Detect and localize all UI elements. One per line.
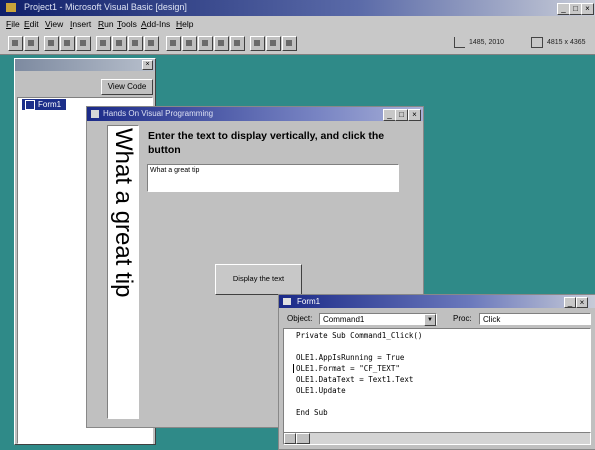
- horizontal-scrollbar[interactable]: [283, 432, 591, 445]
- code-window: Form1 _ × Object: Command1 ▼ Proc: Click…: [278, 294, 595, 450]
- code-minimize-button[interactable]: _: [564, 297, 576, 308]
- form-title: Hands On Visual Programming: [103, 109, 214, 118]
- code-line: OLE1.Update: [296, 386, 346, 395]
- breakpoint-icon[interactable]: [214, 36, 229, 51]
- size-readout: 4815 x 4365: [547, 39, 586, 46]
- toolbox-icon[interactable]: [144, 36, 159, 51]
- menu-edit[interactable]: Edit: [24, 19, 39, 29]
- vertical-text-ole[interactable]: What a great tip: [107, 125, 139, 419]
- proc-label: Proc:: [453, 314, 472, 323]
- menu-help[interactable]: Help: [176, 19, 193, 29]
- end-icon[interactable]: [198, 36, 213, 51]
- form-maximize-button[interactable]: □: [395, 109, 408, 121]
- menu-file[interactable]: File: [6, 19, 20, 29]
- form-close-button[interactable]: ×: [408, 109, 421, 121]
- code-line: OLE1.AppIsRunning = True: [296, 353, 405, 362]
- proc-combo[interactable]: Click: [479, 313, 591, 325]
- menu-run[interactable]: Run: [98, 19, 114, 29]
- menu-tools[interactable]: Tools: [117, 19, 137, 29]
- chevron-down-icon[interactable]: ▼: [424, 314, 436, 326]
- code-editor[interactable]: Private Sub Command1_Click() OLE1.AppIsR…: [283, 328, 591, 433]
- text-cursor: [293, 364, 294, 373]
- properties-icon[interactable]: [112, 36, 127, 51]
- step-over-icon[interactable]: [266, 36, 281, 51]
- code-line: End Sub: [296, 408, 328, 417]
- code-window-icon: [283, 298, 291, 305]
- form-icon: [25, 100, 35, 110]
- project-title-bar: ×: [15, 59, 155, 71]
- object-combo[interactable]: Command1 ▼: [319, 313, 437, 326]
- code-line: OLE1.DataText = Text1.Text: [296, 375, 414, 384]
- new-module-icon[interactable]: [24, 36, 39, 51]
- break-icon[interactable]: [182, 36, 197, 51]
- code-line: Private Sub Command1_Click(): [296, 331, 423, 340]
- prompt-label: Enter the text to display vertically, an…: [148, 130, 385, 156]
- new-form-icon[interactable]: [8, 36, 23, 51]
- proc-value: Click: [483, 315, 501, 324]
- menu-bar: File Edit View Insert Run Tools Add-Ins …: [0, 16, 595, 32]
- menu-addins[interactable]: Add-Ins: [141, 19, 170, 29]
- code-close-button[interactable]: ×: [576, 297, 588, 308]
- step-into-icon[interactable]: [250, 36, 265, 51]
- menu-insert[interactable]: Insert: [70, 19, 91, 29]
- ide-title: Project1 - Microsoft Visual Basic [desig…: [24, 2, 187, 12]
- vb-app-icon: [6, 3, 16, 12]
- form-title-bar: Hands On Visual Programming _ □ ×: [87, 107, 423, 121]
- text-input[interactable]: What a great tip: [147, 164, 399, 192]
- project-close-icon[interactable]: ×: [142, 60, 153, 70]
- position-readout: 1485, 2010: [469, 39, 505, 46]
- close-button[interactable]: ×: [581, 3, 594, 15]
- position-icon: [454, 37, 465, 48]
- scroll-thumb[interactable]: [296, 433, 310, 444]
- vertical-text: What a great tip: [110, 128, 137, 298]
- toolbar: 1485, 2010 4815 x 4365: [0, 32, 595, 55]
- open-project-icon[interactable]: [44, 36, 59, 51]
- size-icon: [531, 37, 543, 48]
- save-project-icon[interactable]: [60, 36, 75, 51]
- ide-title-bar: Project1 - Microsoft Visual Basic [desig…: [0, 0, 595, 16]
- scroll-left-icon[interactable]: [284, 433, 296, 444]
- lock-icon[interactable]: [76, 36, 91, 51]
- project-item-label: Form1: [38, 100, 62, 109]
- menu-view[interactable]: View: [45, 19, 63, 29]
- menu-editor-icon[interactable]: [96, 36, 111, 51]
- code-title: Form1: [297, 297, 321, 306]
- display-text-button[interactable]: Display the text: [215, 264, 302, 295]
- object-value: Command1: [323, 315, 365, 324]
- calls-icon[interactable]: [282, 36, 297, 51]
- run-icon[interactable]: [166, 36, 181, 51]
- code-line: OLE1.Format = "CF_TEXT": [296, 364, 400, 373]
- instant-watch-icon[interactable]: [230, 36, 245, 51]
- project-item-form1[interactable]: Form1: [22, 99, 67, 110]
- view-code-button[interactable]: View Code: [101, 79, 153, 95]
- object-browser-icon[interactable]: [128, 36, 143, 51]
- form-window-icon: [91, 110, 99, 118]
- code-title-bar: Form1 _ ×: [279, 295, 595, 308]
- object-label: Object:: [287, 314, 313, 323]
